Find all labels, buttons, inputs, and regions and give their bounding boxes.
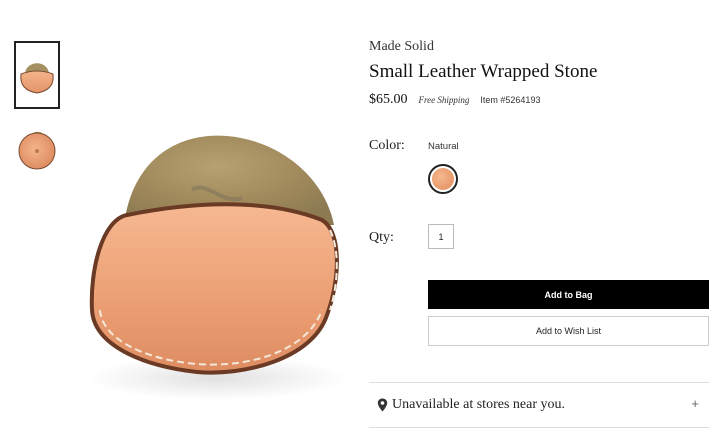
quantity-input[interactable] bbox=[428, 224, 454, 249]
color-label: Color: bbox=[369, 138, 405, 153]
add-to-bag-button[interactable]: Add to Bag bbox=[428, 280, 709, 309]
stone-front-thumbnail-icon bbox=[20, 63, 54, 94]
stone-back-thumbnail-icon bbox=[18, 131, 56, 170]
quantity-label: Qty: bbox=[369, 230, 394, 245]
store-availability-text: Unavailable at stores near you. bbox=[392, 397, 565, 412]
product-price: $65.00 bbox=[369, 92, 408, 107]
product-title: Small Leather Wrapped Stone bbox=[369, 61, 598, 82]
store-availability-row[interactable]: Unavailable at stores near you. + bbox=[369, 383, 709, 427]
thumbnail-2[interactable] bbox=[14, 124, 60, 192]
swatch-fill bbox=[432, 168, 454, 190]
map-pin-icon bbox=[377, 398, 388, 412]
color-selected-value: Natural bbox=[428, 141, 459, 152]
price-row: $65.00 Free Shipping Item #5264193 bbox=[369, 92, 540, 108]
add-to-wish-list-button[interactable]: Add to Wish List bbox=[428, 316, 709, 346]
color-swatch-natural[interactable] bbox=[428, 164, 458, 194]
leather-wrapped-stone-image bbox=[87, 135, 347, 400]
expand-plus-icon[interactable]: + bbox=[691, 397, 699, 411]
item-number: Item #5264193 bbox=[480, 95, 541, 105]
divider bbox=[369, 427, 709, 428]
thumbnail-1[interactable] bbox=[14, 41, 60, 109]
brand-name[interactable]: Made Solid bbox=[369, 39, 434, 55]
shipping-info: Free Shipping bbox=[418, 95, 470, 105]
product-main-image bbox=[72, 120, 362, 410]
